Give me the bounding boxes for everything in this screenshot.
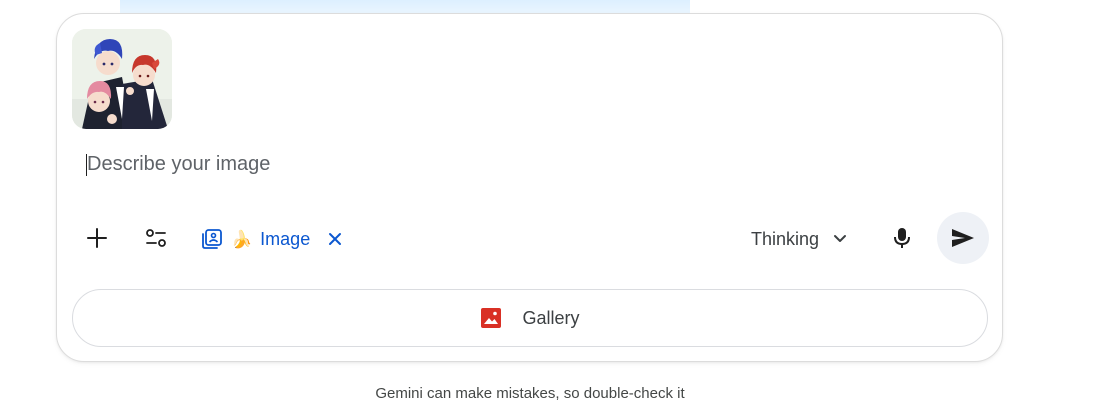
text-caret [86, 154, 87, 176]
attached-image-thumbnail[interactable] [72, 29, 172, 129]
image-mode-label: Image [260, 228, 311, 249]
tools-button[interactable] [136, 218, 176, 258]
send-button[interactable] [937, 212, 989, 264]
mode-label: Thinking [751, 228, 820, 249]
model-mode-selector[interactable]: Thinking [751, 225, 847, 253]
chevron-down-icon [834, 235, 847, 242]
add-button[interactable] [77, 218, 117, 258]
disclaimer-text: Gemini can make mistakes, so double-chec… [375, 385, 685, 402]
image-gen-icon [202, 229, 222, 249]
remove-image-mode-button[interactable] [323, 227, 347, 251]
background-banner-strip [120, 0, 690, 13]
banana-emoji: 🍌 [231, 229, 253, 249]
image-mode-chip[interactable]: 🍌 Image [201, 223, 310, 255]
tune-icon [146, 229, 166, 247]
prompt-composer: 🍌 Image Thinking Gallery [56, 13, 1003, 362]
microphone-button[interactable] [882, 218, 922, 258]
prompt-input[interactable] [85, 149, 967, 179]
anime-characters-image [72, 29, 172, 129]
mic-icon [894, 228, 910, 248]
close-icon [329, 233, 341, 245]
send-icon [952, 229, 974, 247]
plus-icon [87, 228, 107, 248]
gallery-label: Gallery [522, 307, 580, 328]
gallery-suggestion-button[interactable]: Gallery [72, 289, 988, 347]
gallery-icon [481, 308, 502, 328]
